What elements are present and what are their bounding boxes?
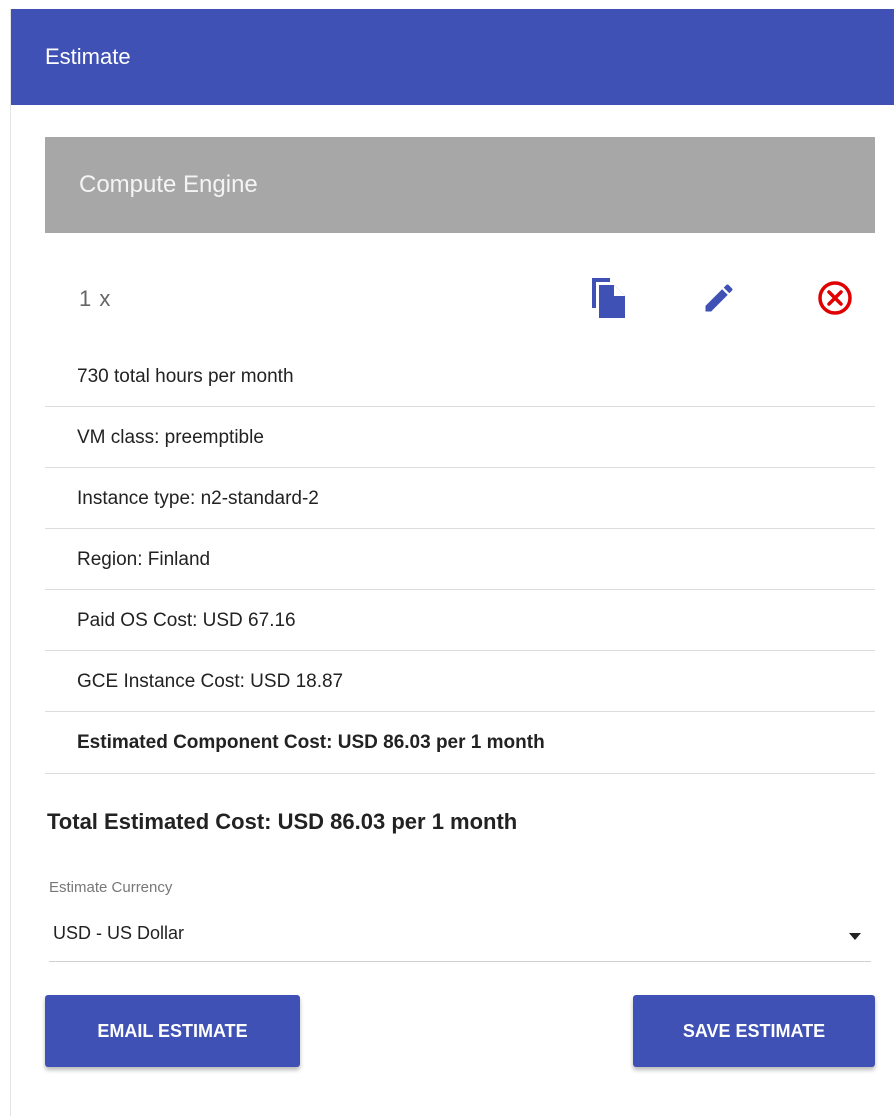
- detail-instance-type: Instance type: n2-standard-2: [45, 468, 875, 529]
- detail-region: Region: Finland: [45, 529, 875, 590]
- estimate-header: Estimate: [11, 9, 894, 105]
- component-cost: Estimated Component Cost: USD 86.03 per …: [45, 712, 875, 774]
- detail-vm-class: VM class: preemptible: [45, 407, 875, 468]
- copy-button[interactable]: [585, 274, 633, 322]
- remove-button[interactable]: [811, 274, 859, 322]
- currency-label: Estimate Currency: [49, 879, 173, 896]
- section-title-compute-engine: Compute Engine: [45, 137, 875, 233]
- detail-gce-instance-cost: GCE Instance Cost: USD 18.87: [45, 651, 875, 712]
- dropdown-arrow-icon: [849, 933, 861, 940]
- detail-paid-os-cost: Paid OS Cost: USD 67.16: [45, 590, 875, 651]
- item-details-list: 730 total hours per month VM class: pree…: [45, 346, 875, 774]
- detail-hours: 730 total hours per month: [45, 346, 875, 407]
- item-quantity-row: 1 x: [45, 262, 875, 342]
- copy-icon: [592, 278, 625, 318]
- edit-button[interactable]: [695, 274, 743, 322]
- estimate-panel: Estimate Compute Engine 1 x 730 total ho: [10, 9, 894, 1116]
- save-estimate-button[interactable]: SAVE ESTIMATE: [633, 995, 875, 1067]
- total-estimated-cost: Total Estimated Cost: USD 86.03 per 1 mo…: [47, 809, 518, 834]
- edit-icon: [705, 284, 733, 312]
- email-estimate-button[interactable]: EMAIL ESTIMATE: [45, 995, 300, 1067]
- remove-circle-icon: [818, 281, 852, 315]
- currency-select[interactable]: USD - US Dollar: [49, 917, 871, 962]
- quantity-label: 1 x: [79, 286, 112, 311]
- currency-selected-value: USD - US Dollar: [53, 923, 185, 943]
